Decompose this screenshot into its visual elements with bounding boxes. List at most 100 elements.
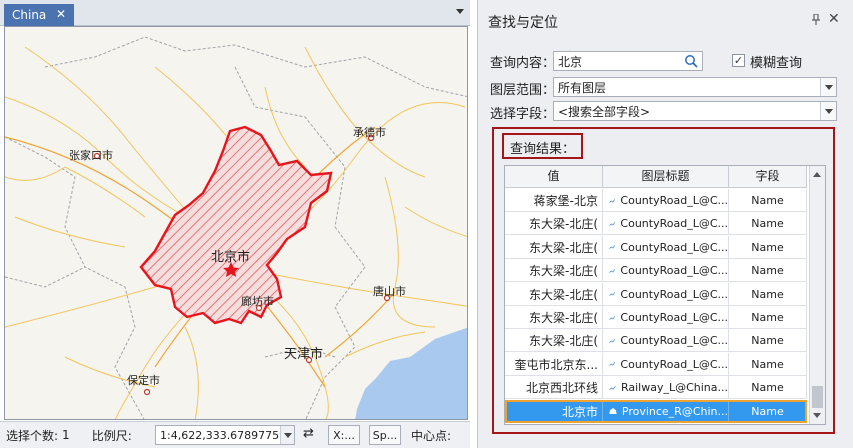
results-label: 查询结果： [502, 133, 584, 159]
search-icon[interactable] [684, 54, 698, 68]
layer-scope-dropdown-arrow-icon[interactable] [820, 78, 836, 96]
cell-layer: CountyRoad_L@C... [603, 352, 729, 376]
tab-close-icon[interactable]: ✕ [56, 7, 66, 21]
column-header-layer[interactable]: 图层标题 [603, 166, 729, 187]
table-row[interactable]: 东大梁-北庄(CountyRoad_L@C... Name [505, 259, 807, 283]
x-coordinate-button[interactable]: X:... [328, 425, 360, 445]
cell-field: Name [729, 189, 807, 212]
table-row[interactable]: 奎屯市北京东... CountyRoad_L@C... Name [505, 352, 807, 376]
cell-layer-text: CountyRoad_L@C... [620, 194, 728, 207]
cell-layer: CountyRoad_L@C... [603, 235, 729, 259]
label-chengde: 承德市 [353, 126, 386, 139]
table-row[interactable]: 北京市 Province_R@Chin... Name [505, 399, 807, 423]
cell-layer-text: CountyRoad_L@C... [620, 311, 728, 324]
cell-layer: Province_R@Chin... [603, 399, 729, 423]
swap-icon[interactable]: ⇄ [303, 426, 314, 441]
column-header-value[interactable]: 值 [505, 166, 603, 187]
label-zhangjiakou: 张家口市 [69, 149, 113, 162]
selected-count-label: 选择个数: [6, 428, 59, 443]
table-row[interactable]: 东大梁-北庄( CountyRoad_L@C... Name [505, 235, 807, 259]
cell-field: Name [729, 235, 807, 259]
cell-value: 东大梁-北庄( [505, 212, 603, 236]
cell-field: Name [729, 212, 807, 236]
table-row[interactable]: 东大梁-北庄( CountyRoad_L@C... Name [505, 212, 807, 236]
field-select-value: <搜索全部字段> [558, 104, 651, 119]
scale-combobox[interactable]: 1:4,622,333.67897759 [155, 425, 295, 445]
panel-close-icon[interactable]: ✕ [828, 11, 840, 27]
layer-scope-label: 图层范围： [490, 83, 556, 98]
layer-scope-select[interactable]: 所有图层 [553, 77, 837, 97]
cell-layer-text: CountyRoad_L@C... [620, 357, 728, 371]
field-dropdown-arrow-icon[interactable] [820, 102, 836, 120]
scale-value: 1:4,622,333.67897759 [160, 428, 287, 442]
line-layer-icon [609, 245, 616, 250]
map-drawing [5, 27, 467, 419]
pin-icon[interactable] [811, 13, 821, 28]
label-baoding: 保定市 [127, 374, 160, 387]
line-layer-icon [609, 315, 616, 320]
scale-label: 比例尺: [91, 428, 132, 443]
region-layer-icon [609, 408, 617, 415]
scroll-thumb[interactable] [812, 386, 823, 408]
map-canvas[interactable]: 张家口市 承德市 北京市 廊坊市 唐山市 天津市 保定市 [4, 26, 468, 420]
select-field-label: 选择字段： [490, 107, 556, 122]
cell-layer: CountyRoad_L@C... [603, 329, 729, 353]
cell-value: 东大梁-北庄( [505, 329, 603, 353]
table-row[interactable]: 东大梁-北庄( CountyRoad_L@C... Name [505, 282, 807, 306]
city-marker-baoding [143, 388, 151, 396]
table-row[interactable]: 蒋家堡-北京 CountyRoad_L@C... Name [505, 189, 807, 212]
results-group: 查询结果： 值 图层标题 字段 蒋家堡-北京 CountyRoad_L@C... N… [492, 127, 835, 434]
tab-china-map[interactable]: China ✕ [4, 4, 74, 26]
table-header: 值 图层标题 字段 [505, 166, 807, 188]
label-beijing: 北京市 [211, 250, 251, 265]
column-header-field[interactable]: 字段 [729, 166, 807, 187]
cell-layer: CountyRoad_L@C... [603, 259, 729, 283]
query-input[interactable]: 北京 [553, 51, 703, 71]
tab-label: China [12, 8, 47, 22]
selected-count-value: 1 [62, 428, 70, 442]
scroll-up-arrow-icon[interactable] [813, 172, 821, 177]
cell-layer-text: CountyRoad_L@C... [620, 240, 728, 254]
cell-value: 东大梁-北庄( [505, 306, 603, 329]
cell-field: Name [729, 282, 807, 306]
center-point-label: 中心点: [411, 429, 452, 443]
cell-value: 北京西北环线 [505, 376, 603, 400]
table-row[interactable]: 北京西北环线 Railway_L@China... Name [505, 376, 807, 400]
spatial-reference-button[interactable]: Sp... [369, 425, 401, 445]
scale-dropdown-arrow-icon[interactable] [280, 426, 294, 444]
field-select[interactable]: <搜索全部字段> [553, 101, 837, 121]
cell-layer-text: CountyRoad_L@C... [620, 264, 728, 278]
line-layer-icon [609, 362, 616, 367]
window-menu-arrow-icon[interactable] [456, 9, 464, 14]
line-layer-icon [609, 292, 616, 296]
cell-layer: CountyRoad_L@C... [603, 212, 729, 236]
table-row[interactable]: 东大梁-北庄(CountyRoad_L@C... Name [505, 306, 807, 329]
cell-layer: CountyRoad_L@C... [603, 306, 729, 329]
label-tianjin: 天津市 [284, 347, 324, 362]
cell-layer: CountyRoad_L@C... [603, 189, 729, 212]
line-layer-icon [609, 222, 616, 226]
scroll-down-arrow-icon[interactable] [813, 413, 821, 418]
table-row[interactable]: 东大梁-北庄(CountyRoad_L@C... Name [505, 329, 807, 353]
cell-value: 北京市 [505, 399, 603, 423]
cell-layer-text: CountyRoad_L@C... [620, 334, 728, 348]
panel-title: 查找与定位 [488, 15, 558, 31]
fuzzy-query-checkbox[interactable]: ✓ [732, 54, 745, 67]
cell-layer-text: CountyRoad_L@C... [620, 217, 728, 231]
cell-layer: Railway_L@China... [603, 376, 729, 400]
query-content-label: 查询内容： [490, 56, 556, 71]
fuzzy-query-label: 模糊查询 [750, 56, 803, 71]
layer-scope-value: 所有图层 [558, 80, 607, 95]
label-tangshan: 唐山市 [373, 285, 406, 298]
line-layer-icon [609, 385, 616, 390]
cell-value: 东大梁-北庄( [505, 282, 603, 306]
cell-field: Name [729, 352, 807, 376]
cell-layer-text: Province_R@Chin... [621, 404, 728, 418]
results-scrollbar[interactable] [809, 166, 825, 424]
cell-value: 东大梁-北庄( [505, 235, 603, 259]
cell-value: 蒋家堡-北京 [505, 189, 603, 212]
line-layer-icon [609, 339, 616, 343]
cell-layer-text: CountyRoad_L@C... [620, 287, 728, 301]
map-tab-strip: China ✕ [0, 0, 470, 26]
cell-value: 东大梁-北庄( [505, 259, 603, 283]
